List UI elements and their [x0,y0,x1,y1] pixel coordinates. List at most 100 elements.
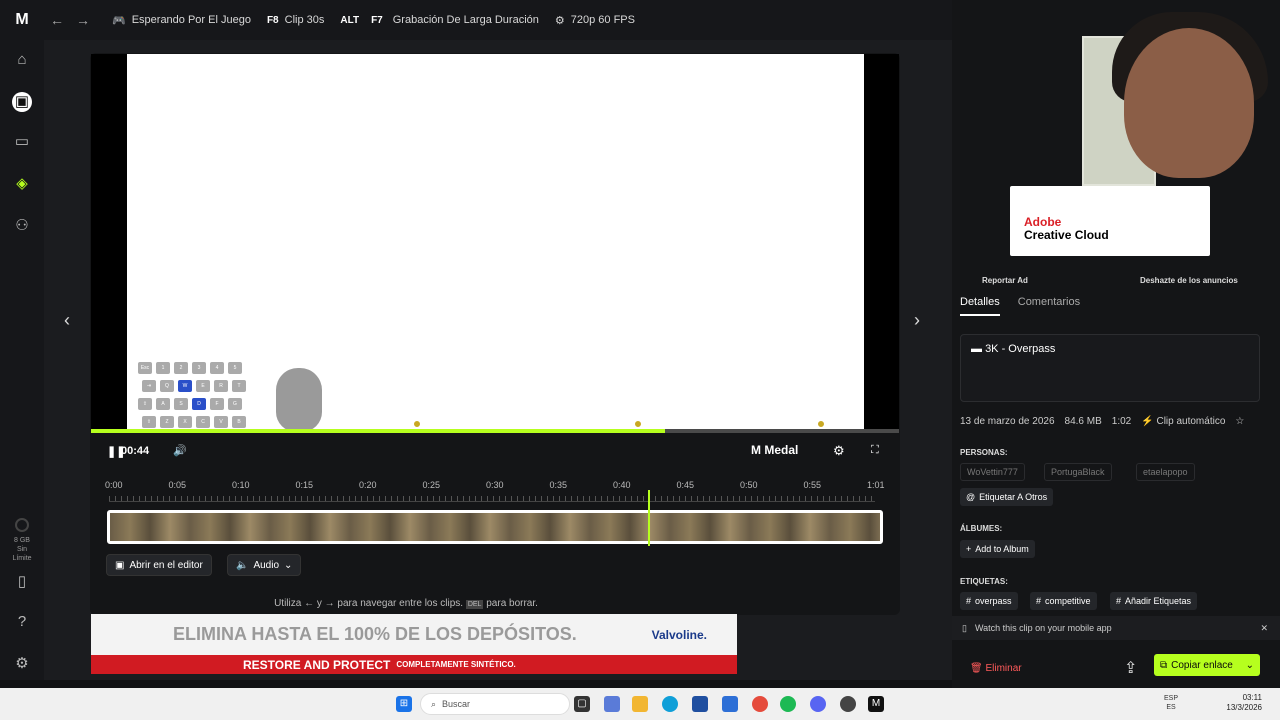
settings-gear-icon[interactable]: ⚙ [12,654,32,674]
timeline-tick-label: 0:10 [232,480,250,490]
keyboard-key: Esc [138,362,152,374]
sidebar: ⌂ ▣ ▭ ◈ ⚇ 8 GB Sin Límite ▯ ? ⚙ [0,40,44,680]
discord-icon[interactable] [810,696,826,712]
tag-chip[interactable]: # competitive [1030,592,1097,610]
timeline-playhead[interactable] [648,490,650,546]
clips-icon[interactable]: ▣ [12,92,32,112]
add-friend-icon[interactable]: ⚇ [12,216,32,236]
help-icon[interactable]: ? [12,612,32,632]
quality-setting[interactable]: ⚙ 720p 60 FPS [555,14,635,27]
tag-chip[interactable]: # overpass [960,592,1018,610]
forward-arrow-icon[interactable]: → [70,12,96,28]
next-clip-icon[interactable]: › [914,310,920,331]
mobile-app-banner[interactable]: ▯ Watch this clip on your mobile app ✕ [952,616,1280,640]
tag-others-button[interactable]: @ Etiquetar A Otros [960,488,1054,506]
outlook-icon[interactable] [722,696,738,712]
tab-comments[interactable]: Comentarios [1018,296,1080,316]
adobe-ad-line-2: Creative Cloud [1024,228,1109,242]
clip-size: 84.6 MB [1064,416,1102,427]
add-album-button[interactable]: + Add to Album [960,540,1035,558]
clip-hotkey[interactable]: F8 Clip 30s [267,14,324,26]
person-chip[interactable]: WoVettin777 [960,463,1025,481]
store-icon[interactable] [692,696,708,712]
chrome-icon[interactable] [752,696,768,712]
tab-details[interactable]: Detalles [960,296,1000,316]
player-settings-icon[interactable]: ⚙ [833,443,845,459]
person-chip[interactable]: etaelapopo [1136,463,1195,481]
tag-label: overpass [975,596,1012,606]
report-ad-link[interactable]: Reportar Ad [982,276,1028,285]
add-tags-button[interactable]: # Añadir Etiquetas [1110,592,1198,610]
timeline-tick-label: 0:55 [803,480,822,490]
volume-icon[interactable]: 🔊 [173,444,187,457]
taskbar-clock[interactable]: 03:11 13/3/2026 [1226,693,1262,713]
adobe-ad[interactable]: Adobe Creative Cloud [1010,186,1210,256]
editor-icon: ▣ [115,559,125,571]
long-recording-label: Grabación De Larga Duración [392,14,539,26]
edge-icon[interactable] [662,696,678,712]
mobile-icon[interactable]: ▯ [12,572,32,592]
person-name: etaelapopo [1143,467,1188,477]
taskbar-search-label: Buscar [442,699,471,709]
keyboard-key: 3 [192,362,206,374]
kill-marker-icon[interactable] [412,419,422,429]
audio-dropdown[interactable]: 🔈 Audio ⌄ [227,554,302,576]
task-view-icon[interactable]: ▢ [574,696,590,712]
remove-ads-link[interactable]: Deshazte de los anuncios [1140,276,1238,285]
close-icon[interactable]: ✕ [1260,623,1268,634]
tag-others-label: Etiquetar A Otros [979,492,1048,502]
keyboard-key: ⇧ [142,416,156,428]
chevron-down-icon[interactable]: ⌄ [1246,660,1254,671]
quality-label: 720p 60 FPS [570,14,635,26]
delete-label: Eliminar [985,662,1022,674]
previous-clip-icon[interactable]: ‹ [64,310,70,331]
medal-taskbar-icon[interactable]: M [868,696,884,712]
home-icon[interactable]: ⌂ [12,50,32,70]
file-explorer-icon[interactable] [632,696,648,712]
person-chip[interactable]: PortugaBlack [1044,463,1112,481]
share-icon[interactable]: ⇪ [1124,658,1137,678]
ad-banner[interactable]: ELIMINA HASTA EL 100% DE LOS DEPÓSITOS. … [91,614,737,674]
long-recording-hotkey[interactable]: ALT F7 Grabación De Larga Duración [340,14,539,26]
person-name: PortugaBlack [1051,467,1105,477]
clip-duration: 1:02 [1111,416,1132,427]
at-icon: @ [966,492,976,502]
widgets-icon[interactable] [604,696,620,712]
keyboard-key: E [196,380,210,392]
app-icon[interactable] [840,696,856,712]
storage-size: 8 GB [14,537,30,544]
keyboard-key: C [196,416,210,428]
keyboard-key: G [228,398,242,410]
copy-link-button[interactable]: ⧉ Copiar enlace ⌄ [1154,654,1260,676]
clip-key: F8 [266,14,279,26]
kill-marker-icon[interactable] [633,419,643,429]
phone-icon: ▯ [962,622,967,633]
clip-actions: 🗑 Eliminar ⇪ ⧉ Copiar enlace ⌄ [952,650,1280,686]
timeline-tick-label: 0:35 [549,480,568,490]
fullscreen-icon[interactable]: ⛶ [871,444,879,457]
open-editor-button[interactable]: ▣ Abrir en el editor [106,554,212,576]
back-arrow-icon[interactable]: ← [44,12,70,28]
thumbnail-strip[interactable] [107,510,883,544]
timeline-tick-label: 0:45 [676,480,695,490]
medal-logo[interactable]: M [0,11,44,29]
storage-indicator[interactable]: 8 GB Sin Límite [4,518,40,563]
keyboard-key: 1 [156,362,170,374]
delete-button[interactable]: 🗑 Eliminar [970,663,1022,674]
video-progress-bar[interactable] [91,429,899,433]
add-album-label: Add to Album [975,544,1029,554]
windows-start-icon[interactable]: ⊞ [396,696,412,712]
kill-marker-icon[interactable] [816,419,826,429]
spotify-icon[interactable] [780,696,796,712]
premium-icon[interactable]: ◈ [12,174,32,194]
clip-timeline[interactable]: 0:00 0:05 0:10 0:15 0:20 0:25 0:30 0:35 0:40 0:45… [91,470,899,560]
folder-icon[interactable]: ▭ [12,132,32,152]
details-panel: Adobe Creative Cloud Reportar Ad Deshazte… [952,0,1280,688]
star-icon[interactable]: ☆ [1235,416,1244,427]
language-indicator[interactable]: ESP ES [1164,694,1178,712]
clip-title-box[interactable]: ▬ 3K - Overpass [960,334,1260,402]
keyboard-key: V [214,416,228,428]
taskbar-search[interactable]: ⌕ Buscar [420,693,570,715]
adobe-ad-title: Adobe Creative Cloud [1024,216,1109,242]
clip-type: ⚡ Clip automático [1141,416,1225,427]
